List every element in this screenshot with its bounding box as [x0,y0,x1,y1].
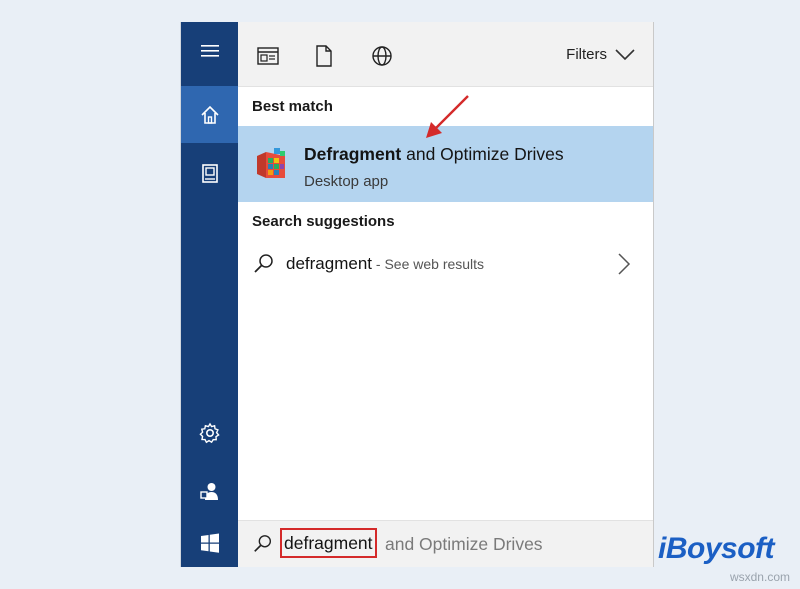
search-query-input[interactable]: defragment [280,528,377,558]
red-arrow-annotation [426,95,469,138]
hamburger-menu-icon [200,44,219,57]
hamburger-menu-button[interactable] [181,22,238,79]
filter-toolbar: Filters [238,22,653,87]
windows-start-icon [200,533,219,553]
best-match-subtitle: Desktop app [304,173,389,190]
user-feedback-icon [199,482,218,500]
search-icon [254,254,273,273]
web-filter-icon[interactable] [370,44,394,68]
documents-icon [201,163,218,183]
chevron-down-icon [615,48,635,60]
start-button[interactable] [181,514,238,567]
logo-prefix: i [658,532,666,565]
iboysoft-logo: iBoysoft [658,532,775,566]
search-autocomplete-text: and Optimize Drives [385,534,543,554]
best-match-title-rest: and Optimize Drives [401,144,564,164]
feedback-button[interactable] [181,462,238,519]
documents-button[interactable] [181,144,238,201]
home-button[interactable] [181,86,238,143]
filters-label: Filters [566,46,607,63]
search-icon [254,535,272,552]
best-match-heading: Best match [252,98,333,115]
logo-text: Boysoft [665,532,775,565]
suggestion-extra: - See web results [372,256,485,272]
documents-filter-icon[interactable] [312,44,336,68]
chevron-right-icon[interactable] [617,252,631,276]
left-rail [181,22,238,567]
best-match-title: Defragment and Optimize Drives [304,144,564,165]
filters-dropdown[interactable]: Filters [566,46,635,63]
suggestion-term: defragment [286,254,372,273]
settings-button[interactable] [181,404,238,461]
best-match-title-bold: Defragment [304,144,402,164]
suggestion-text: defragment - See web results [286,254,484,274]
site-watermark: wsxdn.com [729,570,790,584]
apps-filter-icon[interactable] [256,44,280,68]
search-suggestions-heading: Search suggestions [252,213,395,230]
home-icon [200,105,219,124]
settings-icon [198,422,220,443]
suggestion-item[interactable]: defragment - See web results [238,244,653,284]
search-bar[interactable]: defragment and Optimize Drives [238,520,653,567]
defragment-app-icon [257,148,285,178]
start-search-panel: Filters Best match Defragment and Optimi… [180,22,654,567]
